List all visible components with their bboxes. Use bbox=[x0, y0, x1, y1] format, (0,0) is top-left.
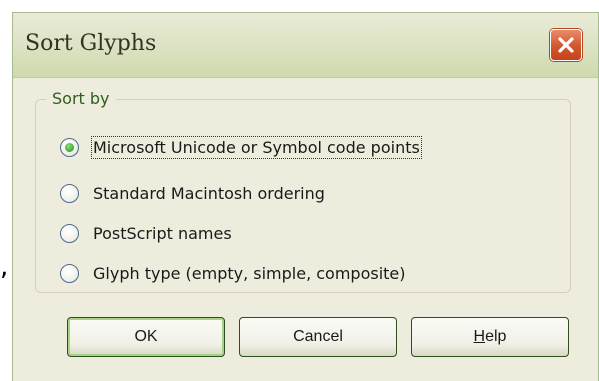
radio-button[interactable] bbox=[60, 223, 79, 243]
radio-button[interactable] bbox=[60, 183, 79, 203]
radio-label-glyph-type[interactable]: Glyph type (empty, simple, composite) bbox=[93, 264, 406, 283]
radio-label-postscript[interactable]: PostScript names bbox=[93, 224, 232, 243]
help-button[interactable]: Help bbox=[411, 317, 569, 357]
radio-option-macintosh[interactable]: Standard Macintosh ordering bbox=[60, 179, 325, 207]
title-bar[interactable]: Sort Glyphs bbox=[13, 13, 598, 78]
sort-by-group: Sort by Microsoft Unicode or Symbol code… bbox=[35, 89, 571, 293]
radio-option-glyph-type[interactable]: Glyph type (empty, simple, composite) bbox=[60, 259, 406, 287]
cancel-button[interactable]: Cancel bbox=[239, 317, 397, 357]
window-title: Sort Glyphs bbox=[25, 31, 157, 56]
group-legend: Sort by bbox=[46, 89, 116, 108]
screen: , Sort Glyphs Sort by Microsoft Unicode … bbox=[0, 0, 599, 381]
radio-button[interactable] bbox=[60, 263, 79, 283]
radio-button-selected[interactable] bbox=[60, 137, 79, 157]
close-icon bbox=[558, 37, 574, 53]
radio-label-unicode[interactable]: Microsoft Unicode or Symbol code points bbox=[91, 135, 422, 159]
close-button[interactable] bbox=[550, 29, 582, 61]
ok-button[interactable]: OK bbox=[67, 317, 225, 357]
help-mnemonic: H bbox=[473, 328, 486, 345]
radio-selected-dot bbox=[65, 142, 74, 152]
radio-option-postscript[interactable]: PostScript names bbox=[60, 219, 232, 247]
help-label-rest: elp bbox=[485, 328, 507, 345]
radio-option-unicode[interactable]: Microsoft Unicode or Symbol code points bbox=[60, 133, 422, 161]
radio-label-macintosh[interactable]: Standard Macintosh ordering bbox=[93, 184, 325, 203]
sort-glyphs-dialog: Sort Glyphs Sort by Microsoft Unicode or… bbox=[12, 12, 599, 381]
